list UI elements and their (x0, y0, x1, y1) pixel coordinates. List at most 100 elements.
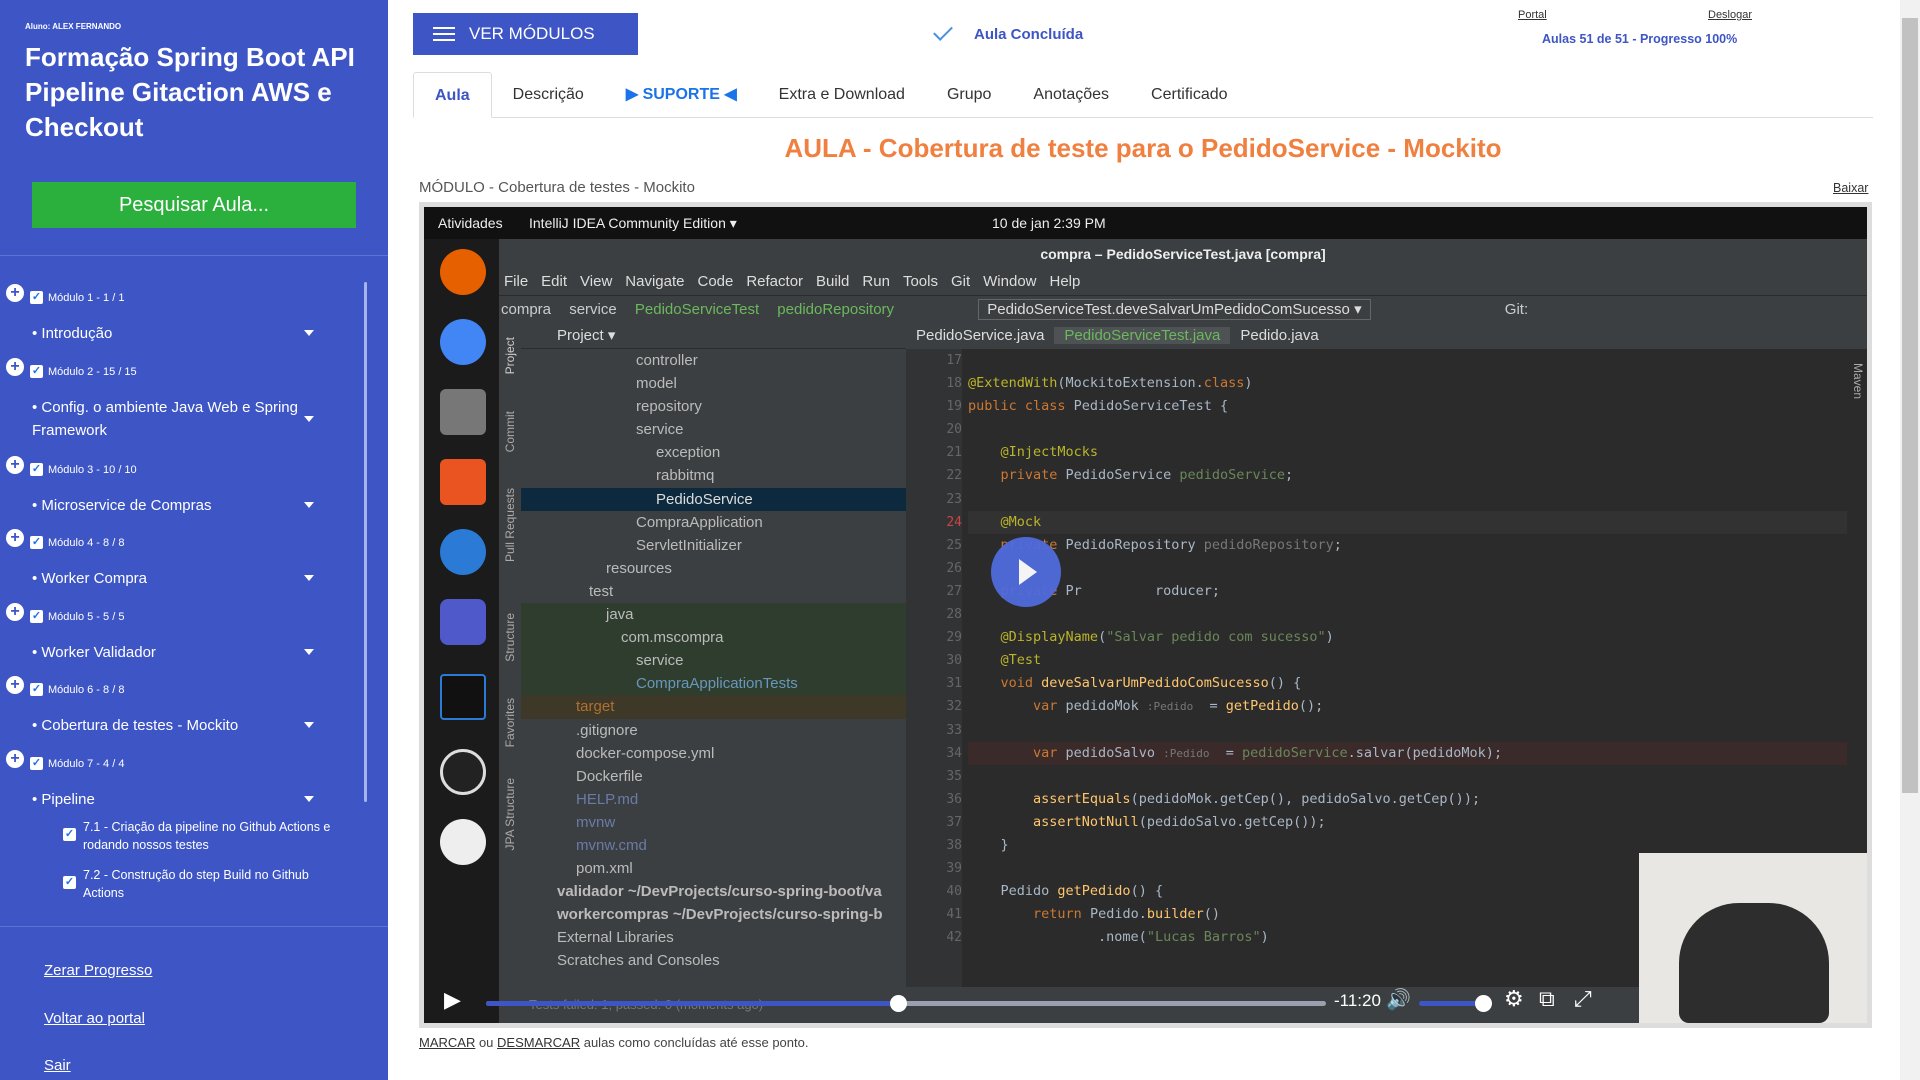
view-modules-button[interactable]: VER MÓDULOS (413, 13, 638, 55)
module-5[interactable]: + ✓ Módulo 5 - 5 / 5 • Worker Validador (0, 601, 388, 675)
lesson-completed[interactable]: Aula Concluída (933, 20, 1083, 43)
chevron-down-icon[interactable] (304, 330, 314, 336)
nav-crumb: PedidoServiceTest (634, 301, 760, 318)
expand-icon[interactable]: + (6, 749, 24, 768)
check-icon: ✓ (30, 364, 43, 378)
scrollbar-thumb[interactable] (1902, 18, 1918, 793)
reset-progress-link[interactable]: Zerar Progresso (44, 962, 152, 979)
tab-grupo[interactable]: Grupo (926, 72, 1012, 118)
editor-tab: Pedido.java (1240, 327, 1319, 344)
search-lesson-button[interactable]: Pesquisar Aula... (32, 182, 356, 228)
menu-icon (433, 23, 455, 45)
menu-tools: Tools (902, 273, 938, 290)
unmark-link[interactable]: DESMARCAR (497, 1035, 580, 1050)
page-scrollbar[interactable] (1900, 0, 1920, 1080)
lesson-label[interactable]: 7.2 - Construção do step Build no Github… (83, 866, 343, 902)
module-name: MÓDULO - Cobertura de testes - Mockito (419, 179, 695, 196)
module-lesson[interactable]: • Cobertura de testes - Mockito (32, 714, 302, 737)
chevron-down-icon[interactable] (304, 722, 314, 728)
lesson-item[interactable]: ✓ 7.1 - Criação da pipeline no Github Act… (0, 814, 388, 862)
tree-item: External Libraries (557, 929, 674, 947)
module-header: Módulo 1 - 1 / 1 (48, 292, 125, 304)
tree-item: .gitignore (576, 721, 638, 739)
fullscreen-icon[interactable]: ⤢ (1574, 986, 1592, 1012)
seek-bar[interactable] (486, 995, 1326, 1012)
tab-suporte[interactable]: ▶ SUPORTE ◀ (605, 72, 758, 118)
module-6[interactable]: + ✓ Módulo 6 - 8 / 8 • Cobertura de testes … (0, 674, 388, 748)
expand-icon[interactable]: + (6, 455, 24, 474)
popout-icon[interactable]: ⧉ (1539, 986, 1555, 1012)
editor-tabs: PedidoService.java PedidoServiceTest.java… (906, 323, 1867, 349)
chevron-down-icon[interactable] (304, 501, 314, 508)
footer-or: ou (475, 1035, 498, 1050)
module-4[interactable]: + ✓ Módulo 4 - 8 / 8 • Worker Compra (0, 527, 388, 601)
module-header: Módulo 3 - 10 / 10 (48, 463, 137, 476)
portal-link[interactable]: Portal (1518, 9, 1547, 21)
side-label: Project (503, 337, 517, 375)
check-icon: ✓ (30, 536, 43, 549)
logout-link-top[interactable]: Deslogar (1708, 9, 1752, 21)
tab-aula[interactable]: Aula (413, 72, 492, 118)
tab-certificado[interactable]: Certificado (1130, 72, 1248, 118)
module-lesson[interactable]: • Config. o ambiente Java Web e Spring F… (32, 396, 302, 442)
module-lesson[interactable]: • Worker Compra (32, 567, 302, 590)
module-list: + ✓ Módulo 1 - 1 / 1 • Introdução + ✓ Módulo … (0, 282, 388, 910)
tree-item: pom.xml (576, 860, 633, 878)
chevron-down-icon[interactable] (304, 415, 314, 422)
video-player[interactable]: Atividades IntelliJ IDEA Community Editi… (419, 202, 1872, 1028)
module-header: Módulo 5 - 5 / 5 (48, 610, 125, 623)
play-icon[interactable] (991, 537, 1061, 607)
menu-file: File (504, 273, 529, 290)
module-7[interactable]: + ✓ Módulo 7 - 4 / 4 • Pipeline (0, 748, 388, 814)
volume-slider[interactable] (1419, 995, 1492, 1012)
lesson-label[interactable]: 7.1 - Criação da pipeline no Github Acti… (83, 818, 343, 854)
tab-descricao[interactable]: Descrição (492, 72, 605, 118)
menu-edit: Edit (541, 273, 568, 290)
module-header: Módulo 4 - 8 / 8 (48, 537, 125, 549)
menu-build: Build (816, 273, 850, 290)
seek-fill (486, 1001, 898, 1006)
tab-extra[interactable]: Extra e Download (758, 72, 926, 118)
module-lesson[interactable]: • Microservice de Compras (32, 494, 302, 517)
chevron-down-icon[interactable] (304, 795, 314, 802)
line-gutter: 17 18 19 20 21 22 23 24 25 26 27 28 29 30 31 32 33 34 35 36… (906, 349, 962, 987)
expand-icon[interactable]: + (6, 357, 24, 376)
app-menu-label: IntelliJ IDEA Community Edition ▾ (529, 215, 737, 231)
chevron-down-icon[interactable] (304, 575, 314, 581)
module-lesson[interactable]: • Introdução (32, 322, 302, 345)
mark-link[interactable]: MARCAR (419, 1035, 475, 1050)
module-lesson[interactable]: • Pipeline (32, 788, 302, 811)
play-button[interactable]: ▶ (444, 987, 461, 1013)
expand-icon[interactable]: + (6, 676, 24, 694)
expand-icon[interactable]: + (6, 529, 24, 547)
lesson-item[interactable]: ✓ 7.2 - Construção do step Build no Githu… (0, 862, 388, 910)
gear-icon[interactable]: ⚙ (1504, 986, 1524, 1012)
chevron-down-icon[interactable] (304, 648, 314, 655)
intellij-icon (440, 674, 486, 720)
volume-handle[interactable] (1475, 995, 1492, 1012)
tree-item: CompraApplication (636, 513, 763, 531)
module-lesson[interactable]: • Worker Validador (32, 641, 302, 664)
back-to-portal-link[interactable]: Voltar ao portal (44, 1010, 145, 1027)
tree-item: CompraApplicationTests (521, 672, 906, 696)
tree-item: HELP.md (576, 790, 639, 808)
tab-bar: Aula Descrição ▶ SUPORTE ◀ Extra e Downl… (413, 72, 1873, 118)
download-link[interactable]: Baixar (1833, 181, 1868, 195)
project-header: Project ▾ (521, 323, 906, 349)
side-label: Structure (503, 613, 517, 662)
check-icon: ✓ (30, 291, 43, 304)
logout-link[interactable]: Sair (44, 1057, 71, 1074)
module-3[interactable]: + ✓ Módulo 3 - 10 / 10 • Microservice de Co… (0, 454, 388, 528)
expand-icon[interactable]: + (6, 284, 24, 302)
tab-anotacoes[interactable]: Anotações (1012, 72, 1130, 118)
tree-item: model (636, 375, 677, 393)
volume-icon[interactable]: 🔊 (1386, 987, 1411, 1012)
module-1[interactable]: + ✓ Módulo 1 - 1 / 1 • Introdução (0, 282, 388, 356)
sidebar-scrollbar[interactable] (364, 282, 367, 802)
expand-icon[interactable]: + (6, 602, 24, 621)
view-modules-label: VER MÓDULOS (469, 24, 595, 43)
check-icon: ✓ (30, 683, 43, 696)
files-icon (440, 389, 486, 435)
seek-handle[interactable] (889, 995, 907, 1012)
module-2[interactable]: + ✓ Módulo 2 - 15 / 15 • Config. o ambiente… (0, 356, 388, 454)
